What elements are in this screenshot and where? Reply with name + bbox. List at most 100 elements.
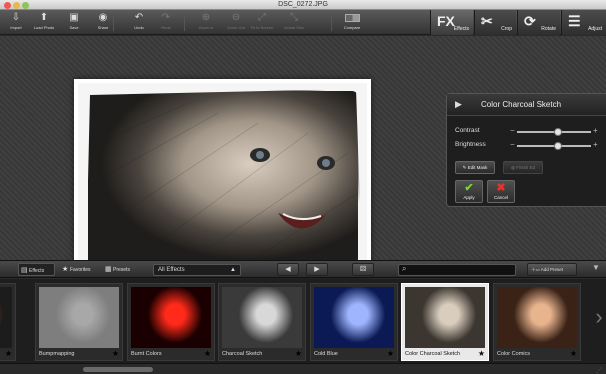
panel-header: ▶ Color Charcoal Sketch: [447, 94, 606, 116]
mode-tab-label: Crop: [501, 26, 512, 32]
load-photo-icon: ⬆: [39, 12, 49, 23]
favorite-star-icon[interactable]: ★: [204, 349, 211, 358]
effect-title: Color Charcoal Sketch: [481, 100, 562, 109]
effect-thumbnail[interactable]: Burnt Colors ★: [127, 283, 215, 361]
finish-edit-label: Finish Ed: [516, 165, 535, 170]
brightness-slider[interactable]: Brightness − +: [455, 140, 605, 151]
arrow-left-icon: ◀: [285, 266, 291, 273]
effect-thumbnail[interactable]: Bumpmapping ★: [35, 283, 123, 361]
effect-thumbnail[interactable]: ★: [0, 283, 16, 361]
save-button[interactable]: ▣ Save: [61, 11, 87, 34]
mode-tab-label: Rotate: [541, 26, 556, 32]
effect-thumbnail[interactable]: Charcoal Sketch ★: [218, 283, 306, 361]
effect-preview-image: [131, 287, 211, 348]
edit-mask-button[interactable]: ✎ Edit Mask: [455, 161, 495, 174]
slider-knob[interactable]: [553, 128, 562, 136]
tab-crop[interactable]: ✂ Crop: [474, 10, 516, 35]
tab-effects[interactable]: FX Effects: [430, 10, 473, 35]
tab-rotate[interactable]: ⟳ Rotate: [517, 10, 560, 35]
contrast-label: Contrast: [455, 127, 480, 134]
effects-browser-bar: ▤Effects ★ Favorites ▦Presets All Effects…: [0, 260, 606, 278]
favorite-star-icon[interactable]: ★: [112, 349, 119, 358]
horizontal-scrollbar[interactable]: ⋰: [0, 363, 606, 374]
import-button[interactable]: ⇩ Import: [3, 11, 29, 34]
tab-effects[interactable]: ▤Effects: [18, 263, 55, 276]
effect-name: Burnt Colors: [131, 351, 162, 357]
star-icon: ★: [62, 266, 69, 273]
effect-search-input[interactable]: ⌕: [398, 264, 516, 276]
add-preset-icon: ＋▭: [531, 267, 541, 272]
adjust-icon: ☰: [568, 13, 581, 29]
edited-photo[interactable]: [78, 83, 367, 273]
category-dropdown[interactable]: All Effects ▲: [153, 264, 241, 276]
plus-icon[interactable]: +: [593, 126, 598, 135]
actual-size-button[interactable]: ⤡ Actual Size: [281, 11, 307, 34]
contrast-slider[interactable]: Contrast − +: [455, 126, 605, 137]
play-icon[interactable]: ▶: [455, 99, 462, 110]
title-bar: DSC_0272.JPG: [0, 0, 606, 10]
brightness-label: Brightness: [455, 141, 486, 148]
redo-icon: ↷: [161, 12, 171, 23]
previous-effect-button[interactable]: ◀: [277, 263, 299, 276]
next-effect-button[interactable]: ▶: [306, 263, 328, 276]
effect-settings-panel: ▶ Color Charcoal Sketch Contrast − + Bri…: [446, 93, 606, 207]
zoom-in-icon: ⊕: [201, 12, 211, 23]
scrollbar-thumb[interactable]: [83, 367, 153, 372]
effect-preview-image: [0, 287, 12, 348]
photo-canvas[interactable]: ▶ Color Charcoal Sketch Contrast − + Bri…: [0, 36, 606, 277]
slider-track[interactable]: [517, 128, 591, 136]
effect-thumbnail[interactable]: Color Charcoal Sketch ★: [401, 283, 489, 361]
effect-thumbnail[interactable]: Color Comics ★: [493, 283, 581, 361]
cancel-button[interactable]: ✖ Cancel: [487, 180, 515, 203]
dropdown-arrow-icon: ▲: [230, 267, 236, 273]
charcoal-sketch-image: [78, 83, 367, 273]
crop-icon: ✂: [481, 13, 493, 29]
redo-button[interactable]: ↷ Redo: [153, 11, 179, 34]
tab-favorites[interactable]: ★ Favorites: [60, 263, 98, 276]
app-window: DSC_0272.JPG ⇩ Import ⬆ Load Photo ▣ Save ◉ Sha…: [0, 0, 606, 374]
slider-knob[interactable]: [553, 142, 562, 150]
favorite-star-icon[interactable]: ★: [387, 349, 394, 358]
effects-thumbnail-strip: ‹ ★Bumpmapping★Burnt Colors★Charcoal Ske…: [0, 279, 606, 363]
fit-to-screen-icon: ⤢: [258, 12, 266, 23]
finish-edit-button[interactable]: ◍ Finish Ed: [503, 161, 543, 174]
favorite-star-icon[interactable]: ★: [570, 349, 577, 358]
undo-button[interactable]: ↶ Undo: [126, 11, 152, 34]
toolbar-separator: [184, 14, 185, 31]
toolbar: ⇩ Import ⬆ Load Photo ▣ Save ◉ Share ↶ Undo ↷ Redo ⊕…: [0, 10, 606, 35]
window-title: DSC_0272.JPG: [278, 1, 328, 8]
compare-button[interactable]: Compare: [337, 11, 367, 34]
minus-icon[interactable]: −: [510, 126, 515, 135]
add-preset-button[interactable]: ＋▭ Add Preset: [527, 263, 577, 276]
favorite-star-icon[interactable]: ★: [478, 349, 485, 358]
effect-preview-image: [39, 287, 119, 348]
toolbar-button-label: Zoom Out: [227, 25, 245, 30]
random-effect-button[interactable]: ⚄: [352, 263, 374, 276]
tab-presets[interactable]: ▦Presets: [103, 263, 139, 276]
fit-to-screen-button[interactable]: ⤢ Fit to Screen: [249, 11, 275, 34]
favorite-star-icon[interactable]: ★: [5, 349, 12, 358]
collapse-strip-icon[interactable]: ▼: [592, 263, 600, 272]
zoom-out-button[interactable]: ⊖ Zoom Out: [223, 11, 249, 34]
checkmark-icon: ✔: [464, 182, 474, 194]
undo-icon: ↶: [134, 12, 144, 23]
favorite-star-icon[interactable]: ★: [295, 349, 302, 358]
save-icon: ▣: [69, 12, 79, 23]
toolbar-button-label: Import: [10, 25, 22, 30]
effect-preview-image: [222, 287, 302, 348]
slider-track[interactable]: [517, 142, 591, 150]
toolbar-separator: [331, 14, 332, 31]
minus-icon[interactable]: −: [510, 140, 515, 149]
shuffle-icon: ⚄: [359, 266, 367, 273]
toolbar-button-label: Save: [69, 25, 79, 30]
effect-thumbnail[interactable]: Cold Blue ★: [310, 283, 398, 361]
tab-adjust[interactable]: ☰ Adjust: [561, 10, 606, 35]
effect-preview-image: [314, 287, 394, 348]
apply-button[interactable]: ✔ Apply: [455, 180, 483, 203]
effect-preview-image: [497, 287, 577, 348]
scroll-right-icon[interactable]: ›: [594, 297, 604, 337]
resize-grip-icon[interactable]: ⋰: [596, 367, 602, 374]
plus-icon[interactable]: +: [593, 140, 598, 149]
zoom-in-button[interactable]: ⊕ Zoom In: [193, 11, 219, 34]
load-photo-button[interactable]: ⬆ Load Photo: [31, 11, 57, 34]
